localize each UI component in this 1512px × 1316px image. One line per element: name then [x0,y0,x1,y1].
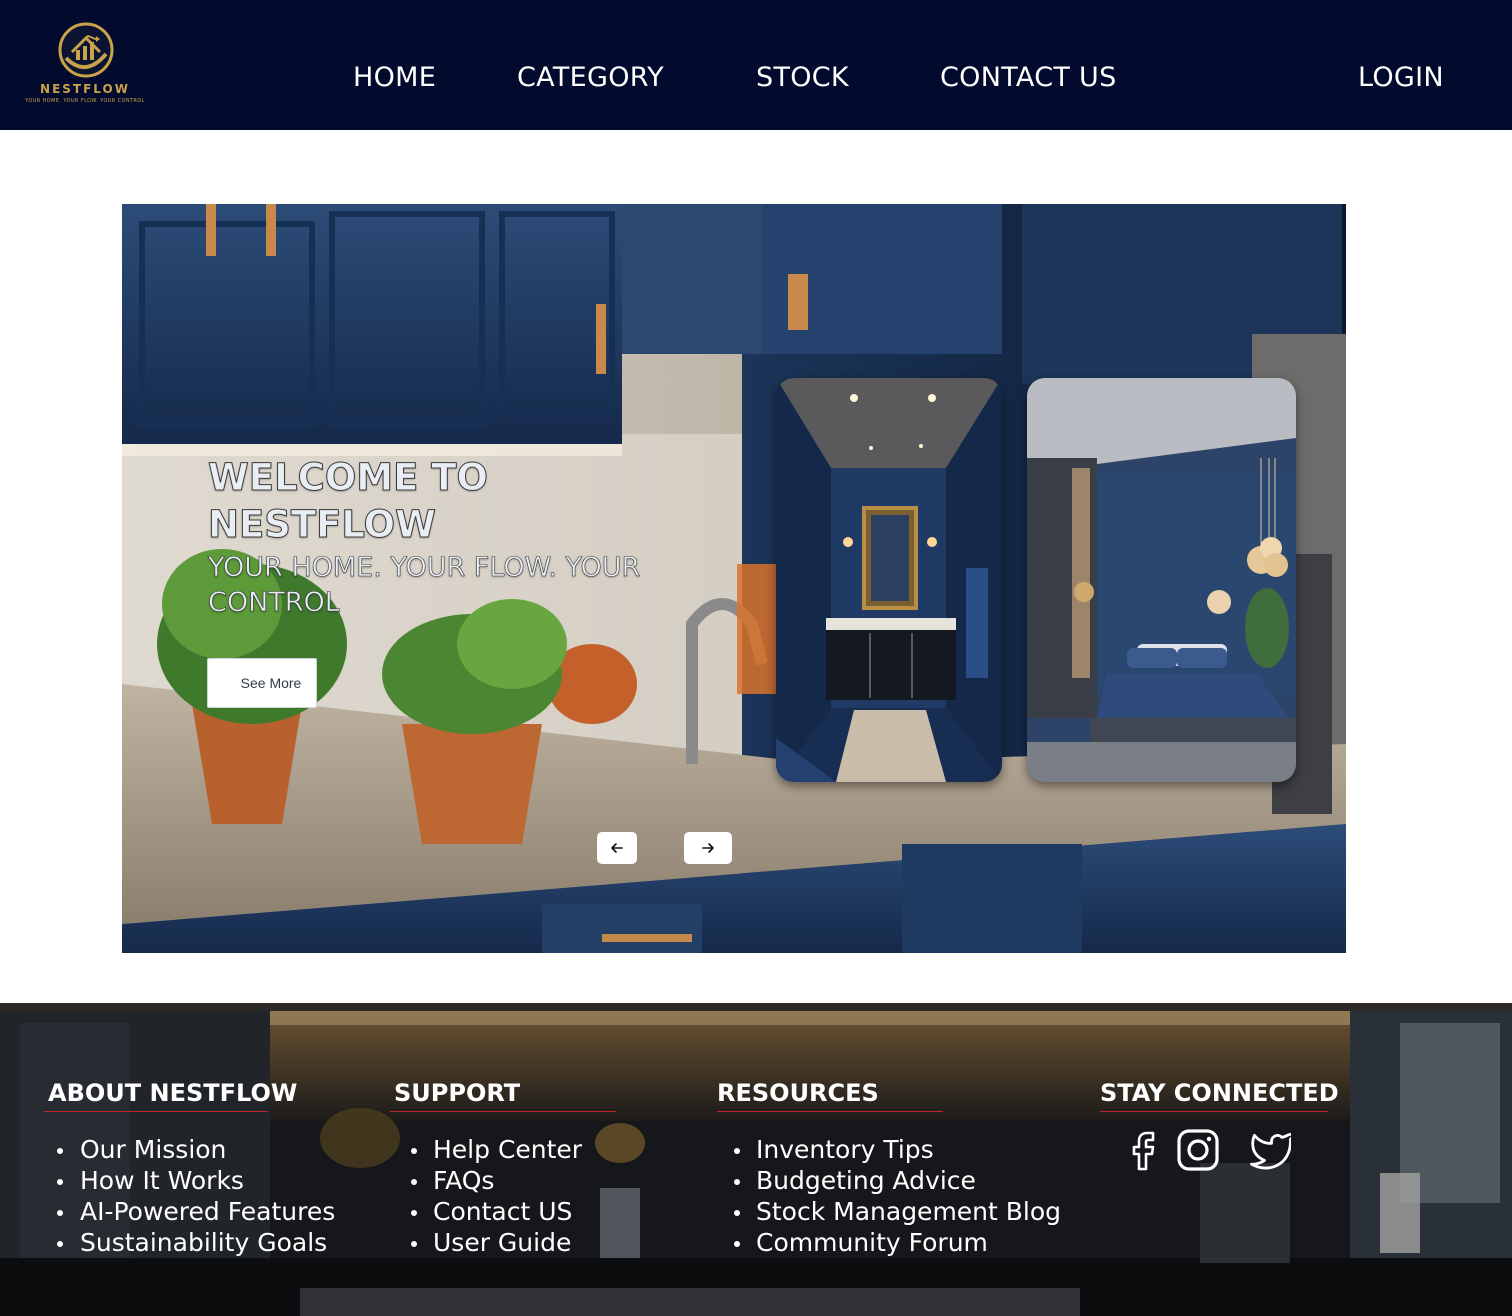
footer-support-column: SUPPORT Help Center FAQs Contact US User… [390,1079,616,1258]
footer-link-sustainability[interactable]: Sustainability Goals [48,1227,335,1258]
nav-category-link[interactable]: CATEGORY [517,62,664,93]
footer-link-faqs[interactable]: FAQs [394,1165,616,1196]
bathroom-slide-card[interactable] [776,378,1002,782]
logo-tagline: YOUR HOME. YOUR FLOW. YOUR CONTROL [25,98,145,104]
hero-slider: WELCOME TO NESTFLOW YOUR HOME. YOUR FLOW… [122,204,1346,953]
arrow-left-icon [611,843,623,853]
instagram-icon[interactable] [1175,1127,1221,1173]
footer: ABOUT NESTFLOW Our Mission How It Works … [0,1003,1512,1316]
footer-about-column: ABOUT NESTFLOW Our Mission How It Works … [44,1079,335,1258]
twitter-icon[interactable] [1245,1127,1291,1173]
footer-support-heading: SUPPORT [394,1079,521,1107]
nav-contact-link[interactable]: CONTACT US [940,62,1117,93]
see-more-button[interactable]: See More [207,658,317,708]
footer-support-list: Help Center FAQs Contact US User Guide [394,1134,616,1258]
heading-underline [1100,1111,1328,1112]
bathroom-image [776,378,1002,782]
nestflow-logo[interactable]: NESTFLOW YOUR HOME. YOUR FLOW. YOUR CONT… [14,18,156,106]
footer-social-heading: STAY CONNECTED [1100,1079,1339,1107]
hero-subtitle: YOUR HOME. YOUR FLOW. YOUR CONTROL [208,552,641,619]
footer-link-inventory-tips[interactable]: Inventory Tips [717,1134,1061,1165]
footer-social-column: STAY CONNECTED [1100,1079,1339,1171]
nav-stock-link[interactable]: STOCK [756,62,849,93]
footer-about-list: Our Mission How It Works AI-Powered Feat… [48,1134,335,1258]
footer-resources-column: RESOURCES Inventory Tips Budgeting Advic… [717,1079,1061,1258]
footer-resources-heading: RESOURCES [717,1079,879,1107]
navbar: NESTFLOW YOUR HOME. YOUR FLOW. YOUR CONT… [0,0,1512,130]
heading-underline [44,1111,268,1112]
facebook-icon[interactable] [1120,1127,1166,1173]
social-icons [1120,1127,1320,1175]
footer-resources-list: Inventory Tips Budgeting Advice Stock Ma… [717,1134,1061,1258]
heading-underline [390,1111,616,1112]
hero-title: WELCOME TO NESTFLOW [208,456,489,547]
footer-link-help-center[interactable]: Help Center [394,1134,616,1165]
logo-badge-icon [58,22,114,78]
footer-link-budgeting-advice[interactable]: Budgeting Advice [717,1165,1061,1196]
previous-slide-button[interactable] [597,832,637,864]
logo-name: NESTFLOW [40,82,130,96]
footer-link-our-mission[interactable]: Our Mission [48,1134,335,1165]
next-slide-button[interactable] [684,832,732,864]
heading-underline [717,1111,943,1112]
footer-link-community-forum[interactable]: Community Forum [717,1227,1061,1258]
footer-link-contact-us[interactable]: Contact US [394,1196,616,1227]
footer-link-user-guide[interactable]: User Guide [394,1227,616,1258]
footer-about-heading: ABOUT NESTFLOW [48,1079,298,1107]
bedroom-slide-card[interactable] [1027,378,1296,782]
footer-link-ai-features[interactable]: AI-Powered Features [48,1196,335,1227]
arrow-right-icon [702,843,714,853]
footer-link-stock-blog[interactable]: Stock Management Blog [717,1196,1061,1227]
footer-link-how-it-works[interactable]: How It Works [48,1165,335,1196]
bedroom-image [1027,378,1296,782]
nav-home-link[interactable]: HOME [353,62,436,93]
nav-login-link[interactable]: LOGIN [1358,62,1444,93]
